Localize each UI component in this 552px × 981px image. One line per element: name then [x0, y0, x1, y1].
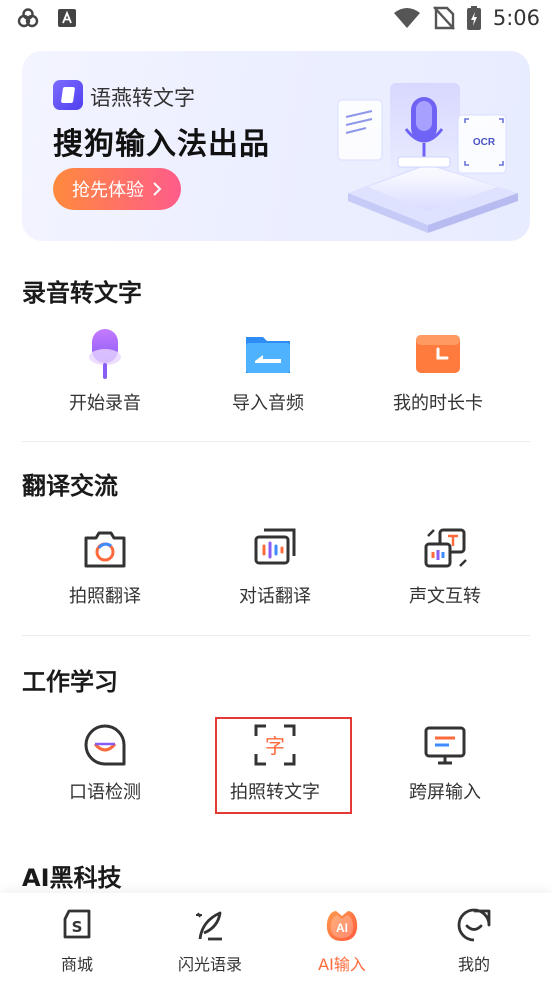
- ai-icon-glyph: AI: [336, 921, 348, 935]
- app-notification-icon: [17, 8, 39, 28]
- feather-icon: [196, 911, 222, 941]
- nav-label-profile: 我的: [457, 955, 490, 974]
- brand-logo-icon: [53, 80, 83, 110]
- folder-icon: [246, 337, 290, 373]
- try-now-button[interactable]: 抢先体验: [53, 168, 181, 210]
- ai-input-icon: AI: [326, 911, 358, 941]
- start-recording-item[interactable]: 开始录音: [20, 327, 190, 415]
- store-icon: S: [63, 909, 91, 939]
- nav-tab-quotes[interactable]: 闪光语录: [141, 907, 279, 975]
- speaking-test-label: 口语检测: [69, 782, 141, 803]
- ocr-label: OCR: [473, 137, 496, 148]
- bottom-navigation: S 商城 闪光语录 AI AI输入 我的: [0, 893, 552, 981]
- dialog-translate-item[interactable]: 对话翻译: [190, 526, 360, 608]
- no-sim-icon: [432, 6, 455, 30]
- import-audio-label: 导入音频: [232, 393, 304, 414]
- photo-translate-label: 拍照翻译: [69, 586, 141, 607]
- section-title-translation: 翻译交流: [22, 472, 118, 500]
- status-bar: 5:06: [0, 0, 552, 38]
- dialog-translate-label: 对话翻译: [239, 586, 311, 607]
- banner-title: 搜狗输入法出品: [53, 127, 270, 162]
- try-now-label: 抢先体验: [72, 180, 144, 201]
- nav-tab-profile[interactable]: 我的: [405, 907, 543, 975]
- cross-screen-input-label: 跨屏输入: [409, 782, 481, 803]
- speaking-test-item[interactable]: 口语检测: [20, 722, 190, 804]
- nav-tab-store[interactable]: S 商城: [8, 907, 146, 975]
- banner-illustration: OCR: [337, 83, 518, 233]
- nav-label-quotes: 闪光语录: [177, 955, 242, 974]
- banner-brand-name: 语燕转文字: [90, 86, 195, 110]
- cross-screen-input-item[interactable]: 跨屏输入: [360, 722, 530, 804]
- profile-icon: [457, 908, 491, 942]
- camera-translate-icon: [84, 531, 126, 568]
- import-audio-item[interactable]: 导入音频: [183, 327, 353, 415]
- nav-label-store: 商城: [60, 955, 93, 974]
- section-divider: [22, 635, 530, 636]
- section-divider: [22, 441, 530, 442]
- time-card-item[interactable]: 我的时长卡: [353, 327, 523, 415]
- section-title-work-study: 工作学习: [22, 668, 118, 696]
- section-title-recording: 录音转文字: [22, 279, 142, 307]
- nav-tab-ai-input[interactable]: AI AI输入: [273, 907, 411, 975]
- nav-label-ai-input: AI输入: [318, 955, 366, 974]
- highlight-annotation-box: [215, 717, 352, 814]
- cross-screen-icon: [424, 726, 466, 765]
- speaking-test-icon: [84, 724, 126, 766]
- store-icon-glyph: S: [72, 918, 83, 936]
- keyboard-notification-icon: [58, 9, 76, 27]
- voice-text-convert-label: 声文互转: [409, 586, 481, 607]
- chevron-right-icon: [153, 182, 162, 196]
- voice-text-convert-icon: [424, 528, 467, 568]
- status-time: 5:06: [492, 6, 540, 30]
- photo-translate-item[interactable]: 拍照翻译: [20, 526, 190, 608]
- clock-card-icon: [416, 335, 460, 373]
- start-recording-label: 开始录音: [69, 393, 141, 414]
- promo-banner[interactable]: 语燕转文字 搜狗输入法出品 抢先体验 OCR: [22, 51, 530, 241]
- time-card-label: 我的时长卡: [393, 393, 483, 414]
- battery-icon: [466, 6, 481, 30]
- dialog-translate-icon: [254, 528, 296, 565]
- wifi-icon: [393, 8, 420, 28]
- microphone-icon: [89, 329, 121, 379]
- voice-text-convert-item[interactable]: 声文互转: [360, 526, 530, 608]
- section-title-ai-tech: AI黑科技: [22, 864, 122, 892]
